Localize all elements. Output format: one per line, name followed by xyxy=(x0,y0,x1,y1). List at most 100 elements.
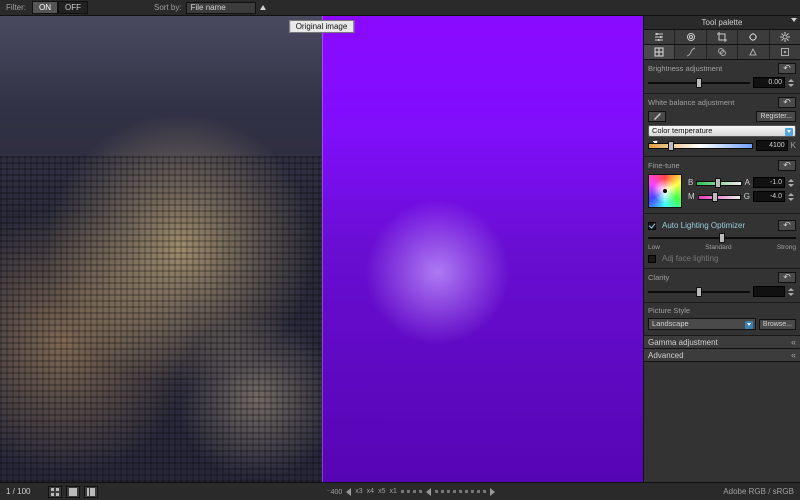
colorspace-label: Adobe RGB / sRGB xyxy=(723,487,794,496)
undo-icon: ↶ xyxy=(783,161,791,170)
ft-mg-slider[interactable] xyxy=(698,193,741,201)
brightness-section: Brightness adjustment ↶ 0.00 xyxy=(644,60,800,94)
wb-eyedropper-button[interactable] xyxy=(648,111,666,122)
sortby-label: Sort by: xyxy=(154,3,182,12)
tab-settings-icon[interactable] xyxy=(770,30,800,44)
advanced-section-header[interactable]: Advanced « xyxy=(644,349,800,362)
alo-slider[interactable] xyxy=(648,234,796,242)
tab-hsl-icon[interactable] xyxy=(770,45,800,59)
status-bar: 1 / 100 ⁻400 x3 x4 x5 x1 Adobe RGB / sRG… xyxy=(0,482,800,500)
wb-temp-value[interactable]: 4100 xyxy=(756,140,788,151)
ft-a-step-down[interactable] xyxy=(788,184,794,187)
ft-m-label: M xyxy=(688,192,695,201)
alo-face-checkbox[interactable] xyxy=(648,255,656,263)
white-balance-label: White balance adjustment xyxy=(648,98,734,107)
zoom-x1-label[interactable]: x1 xyxy=(389,488,396,495)
undo-icon: ↶ xyxy=(783,273,791,282)
single-icon xyxy=(68,487,78,497)
image-viewer[interactable]: Original image xyxy=(0,16,643,482)
chevron-collapse-icon: « xyxy=(791,337,796,347)
zoom-x3-label[interactable]: x3 xyxy=(355,488,362,495)
alo-reset-button[interactable]: ↶ xyxy=(778,220,796,231)
white-balance-reset-button[interactable]: ↶ xyxy=(778,97,796,108)
chevron-collapse-icon: « xyxy=(791,350,796,360)
tab-color-adjust-icon[interactable] xyxy=(707,45,738,59)
tab-crop-icon[interactable] xyxy=(707,30,738,44)
ft-a-step-up[interactable] xyxy=(788,179,794,182)
tab-detail-icon[interactable] xyxy=(738,45,769,59)
original-image-label: Original image xyxy=(289,20,355,33)
ft-g-step-down[interactable] xyxy=(788,198,794,201)
fine-tune-indicator xyxy=(663,189,667,193)
fine-tune-color-picker[interactable] xyxy=(648,174,682,208)
brightness-slider[interactable] xyxy=(648,79,750,87)
ft-a-label: A xyxy=(745,178,750,187)
alo-strong: Strong xyxy=(777,244,796,251)
filter-on-button[interactable]: ON xyxy=(32,1,58,14)
nav-prev-button[interactable] xyxy=(426,488,431,496)
brightness-step-up[interactable] xyxy=(788,79,794,82)
zoom-dots xyxy=(401,490,422,493)
zoom-x4-label[interactable]: x4 xyxy=(367,488,374,495)
ft-g-step-up[interactable] xyxy=(788,193,794,196)
sortby-value: File name xyxy=(191,2,226,14)
zoom-x5-label[interactable]: x5 xyxy=(378,488,385,495)
ft-b-label: B xyxy=(688,178,693,187)
undo-icon: ↶ xyxy=(783,98,791,107)
sort-block: Sort by: File name xyxy=(154,2,266,14)
nav-next-button[interactable] xyxy=(490,488,495,496)
fine-tune-section: Fine-tune ↶ B A -1.0 M G xyxy=(644,157,800,214)
preview-image-right xyxy=(322,16,644,482)
split-divider[interactable] xyxy=(322,16,323,482)
tool-tab-row-1 xyxy=(644,30,800,45)
gamma-label: Gamma adjustment xyxy=(648,338,718,347)
clarity-reset-button[interactable]: ↶ xyxy=(778,272,796,283)
picture-style-select[interactable]: Landscape xyxy=(648,318,756,330)
wb-temp-unit: K xyxy=(791,141,796,150)
palette-collapse-button[interactable] xyxy=(791,18,797,22)
wb-mode-select[interactable]: Color temperature xyxy=(648,125,796,137)
picture-style-value: Landscape xyxy=(652,319,689,328)
tab-lens-icon[interactable] xyxy=(675,30,706,44)
view-filmstrip-button[interactable] xyxy=(84,486,98,498)
sortby-select[interactable]: File name xyxy=(186,2,256,14)
ft-g-value[interactable]: -4.0 xyxy=(753,191,785,202)
zoom-400-label: ⁻400 xyxy=(327,488,342,496)
brightness-reset-button[interactable]: ↶ xyxy=(778,63,796,74)
ft-a-value[interactable]: -1.0 xyxy=(753,177,785,188)
tab-sliders-icon[interactable] xyxy=(644,30,675,44)
tab-dust-icon[interactable] xyxy=(738,30,769,44)
wb-mode-value: Color temperature xyxy=(652,126,712,135)
brightness-label: Brightness adjustment xyxy=(648,64,722,73)
wb-register-button[interactable]: Register... xyxy=(756,111,796,122)
ft-ba-slider[interactable] xyxy=(696,179,741,187)
tab-tone-curve-icon[interactable] xyxy=(675,45,706,59)
alo-low: Low xyxy=(648,244,660,251)
tool-tab-row-2 xyxy=(644,45,800,60)
image-counter: 1 / 100 xyxy=(6,487,30,496)
fine-tune-reset-button[interactable]: ↶ xyxy=(778,160,796,171)
picture-style-browse-button[interactable]: Browse... xyxy=(759,319,796,330)
brightness-step-down[interactable] xyxy=(788,84,794,87)
tool-palette-header[interactable]: Tool palette xyxy=(644,16,800,30)
clarity-slider[interactable] xyxy=(648,288,750,296)
brightness-value[interactable]: 0.00 xyxy=(753,77,785,88)
alo-standard: Standard xyxy=(705,244,731,251)
clarity-section: Clarity ↶ xyxy=(644,269,800,303)
sort-ascending-button[interactable] xyxy=(260,5,266,10)
clarity-step-up[interactable] xyxy=(788,288,794,291)
gamma-section-header[interactable]: Gamma adjustment « xyxy=(644,336,800,349)
clarity-value[interactable] xyxy=(753,286,785,297)
filter-off-button[interactable]: OFF xyxy=(58,1,88,14)
view-grid-button[interactable] xyxy=(48,486,62,498)
advanced-label: Advanced xyxy=(648,351,684,360)
ft-g-label: G xyxy=(744,192,750,201)
view-single-button[interactable] xyxy=(66,486,80,498)
wb-temp-slider[interactable] xyxy=(648,142,753,150)
alo-enable-checkbox[interactable] xyxy=(648,222,656,230)
filter-label: Filter: xyxy=(6,3,26,12)
clarity-step-down[interactable] xyxy=(788,293,794,296)
picture-style-label: Picture Style xyxy=(648,306,690,315)
zoom-prev-button[interactable] xyxy=(346,488,351,496)
tab-basic-adjust-icon[interactable] xyxy=(644,45,675,59)
